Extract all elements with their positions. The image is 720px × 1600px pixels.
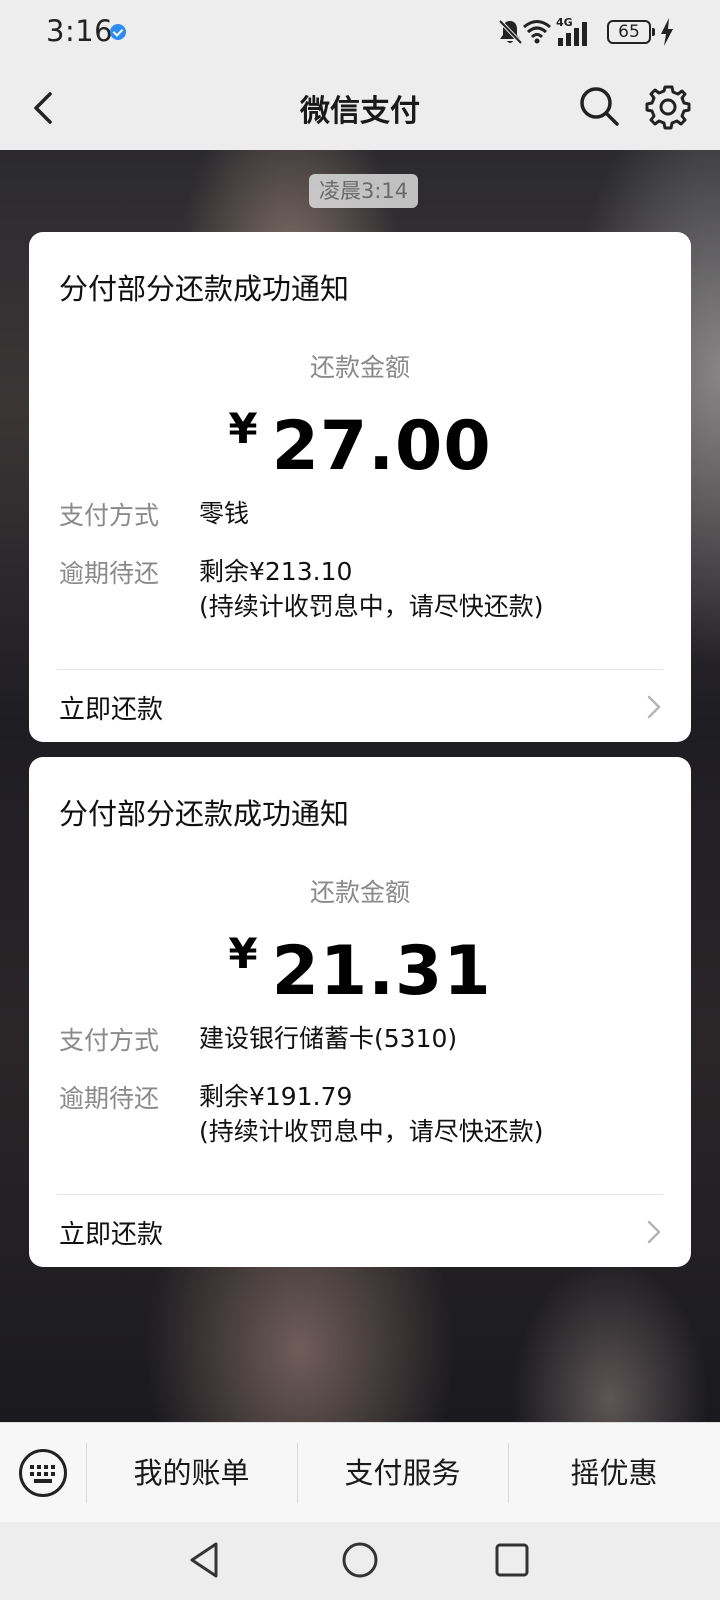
overdue-value: 剩余¥191.79 (持续计收罚息中，请尽快还款) — [199, 1079, 544, 1149]
amount-label: 还款金额 — [309, 878, 410, 907]
home-circle-icon[interactable] — [340, 1540, 380, 1580]
charging-icon — [661, 18, 673, 46]
search-icon[interactable] — [577, 84, 621, 128]
repayment-notification-card[interactable]: 分付部分还款成功通知 还款金额 ¥21.31 支付方式 建设银行储蓄卡(5310… — [29, 757, 691, 1267]
repay-now-label: 立即还款 — [59, 695, 164, 725]
chevron-right-icon — [647, 695, 661, 719]
message-time-tag: 凌晨3:14 — [309, 174, 419, 208]
gear-icon[interactable] — [645, 84, 691, 130]
amount-value: 21.31 — [271, 932, 492, 1011]
amount-value: 27.00 — [271, 407, 492, 486]
repay-now-link[interactable]: 立即还款 — [29, 670, 691, 742]
recents-square-icon[interactable] — [492, 1540, 532, 1580]
payment-method-value: 建设银行储蓄卡(5310) — [199, 1024, 458, 1053]
verified-icon — [110, 24, 126, 40]
chevron-right-icon — [647, 1220, 661, 1244]
overdue-note: (持续计收罚息中，请尽快还款) — [199, 1117, 544, 1146]
keyboard-toggle-icon[interactable] — [18, 1448, 68, 1498]
bottom-menu: 我的账单 支付服务 摇优惠 — [0, 1422, 720, 1522]
repayment-amount: ¥21.31 — [29, 929, 691, 1011]
status-bar: 3:16 4G 65 — [0, 0, 720, 66]
repayment-notification-card[interactable]: 分付部分还款成功通知 还款金额 ¥27.00 支付方式 零钱 逾期待还 剩余¥2… — [29, 232, 691, 742]
currency-symbol: ¥ — [228, 404, 258, 453]
wifi-icon — [523, 20, 551, 44]
overdue-remaining: 剩余¥191.79 — [199, 1082, 353, 1111]
overdue-label: 逾期待还 — [59, 559, 160, 588]
overdue-note: (持续计收罚息中，请尽快还款) — [199, 592, 544, 621]
status-time: 3:16 — [46, 14, 114, 48]
payment-method-label: 支付方式 — [59, 501, 160, 530]
mute-bell-icon — [498, 19, 523, 45]
overdue-value: 剩余¥213.10 (持续计收罚息中，请尽快还款) — [199, 554, 544, 624]
card-title: 分付部分还款成功通知 — [59, 272, 350, 306]
amount-label: 还款金额 — [309, 353, 410, 382]
repayment-amount: ¥27.00 — [29, 404, 691, 486]
currency-symbol: ¥ — [228, 929, 258, 978]
card-title: 分付部分还款成功通知 — [59, 797, 350, 831]
battery-icon: 65 — [607, 20, 655, 44]
nav-bar: 微信支付 — [0, 66, 720, 150]
repay-now-label: 立即还款 — [59, 1220, 164, 1250]
back-triangle-icon[interactable] — [186, 1540, 226, 1580]
payment-method-label: 支付方式 — [59, 1026, 160, 1055]
overdue-remaining: 剩余¥213.10 — [199, 557, 353, 586]
payment-method-value: 零钱 — [199, 499, 250, 528]
menu-payment-services[interactable]: 支付服务 — [297, 1423, 508, 1523]
overdue-label: 逾期待还 — [59, 1084, 160, 1113]
system-navigation-bar — [0, 1522, 720, 1600]
menu-my-bills[interactable]: 我的账单 — [86, 1423, 297, 1523]
repay-now-link[interactable]: 立即还款 — [29, 1195, 691, 1267]
menu-shake-discount[interactable]: 摇优惠 — [508, 1423, 720, 1523]
signal-icon — [558, 22, 587, 46]
